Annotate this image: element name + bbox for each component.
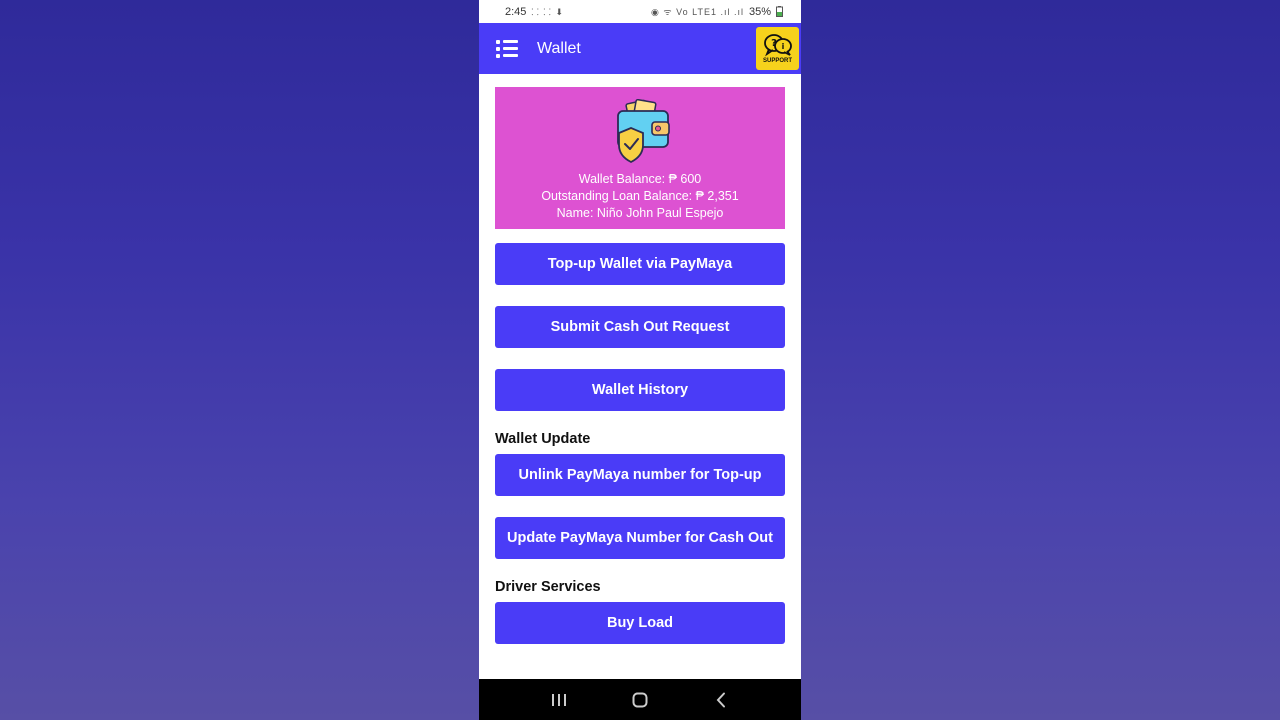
- update-paymaya-button[interactable]: Update PayMaya Number for Cash Out: [495, 517, 785, 559]
- cash-out-request-button[interactable]: Submit Cash Out Request: [495, 306, 785, 348]
- home-icon: [632, 692, 648, 707]
- android-nav-bar: [479, 679, 801, 720]
- driver-services-heading: Driver Services: [495, 579, 601, 595]
- home-button[interactable]: [625, 685, 655, 715]
- unlink-paymaya-button[interactable]: Unlink PayMaya number for Top-up: [495, 454, 785, 496]
- battery-percent: 35%: [748, 5, 771, 18]
- account-name: Name: Niño John Paul Espejo: [556, 206, 724, 220]
- svg-text:?: ?: [771, 38, 777, 49]
- buy-load-button[interactable]: Buy Load: [495, 602, 785, 644]
- wallet-balance: Wallet Balance: ₱ 600: [578, 172, 702, 186]
- support-label: SUPPORT: [762, 58, 792, 64]
- recent-apps-icon: [552, 693, 567, 706]
- phone-screen: 2:45 ⸬ ⸬ ⬇ ◉ ᯤ Vo LTE1 .ıl .ıl 35% Walle…: [479, 0, 801, 720]
- battery-icon: [776, 6, 783, 17]
- app-bar: Wallet ? i SUPPORT: [479, 23, 801, 74]
- support-button[interactable]: ? i SUPPORT: [756, 27, 799, 70]
- recent-apps-button[interactable]: [544, 685, 574, 715]
- status-bar: 2:45 ⸬ ⸬ ⬇ ◉ ᯤ Vo LTE1 .ıl .ıl 35%: [479, 0, 801, 23]
- menu-button[interactable]: [496, 39, 518, 58]
- wallet-history-button[interactable]: Wallet History: [495, 369, 785, 411]
- wallet-update-heading: Wallet Update: [495, 431, 591, 447]
- wallet-shield-icon: [617, 99, 670, 164]
- page-title: Wallet: [537, 39, 581, 57]
- chat-question-icon: ? i: [763, 34, 792, 57]
- wallet-content: Wallet Balance: ₱ 600 Outstanding Loan B…: [479, 74, 801, 644]
- clock: 2:45: [505, 5, 527, 18]
- notification-icons: ⸬ ⸬ ⬇: [531, 7, 564, 17]
- loan-balance: Outstanding Loan Balance: ₱ 2,351: [541, 189, 739, 203]
- back-icon: [716, 692, 725, 707]
- wallet-summary-card: Wallet Balance: ₱ 600 Outstanding Loan B…: [495, 87, 785, 229]
- signal-icons: ◉ ᯤ Vo LTE1 .ıl .ıl: [651, 7, 744, 17]
- svg-text:i: i: [781, 42, 784, 51]
- back-button[interactable]: [706, 685, 736, 715]
- topup-wallet-button[interactable]: Top-up Wallet via PayMaya: [495, 243, 785, 285]
